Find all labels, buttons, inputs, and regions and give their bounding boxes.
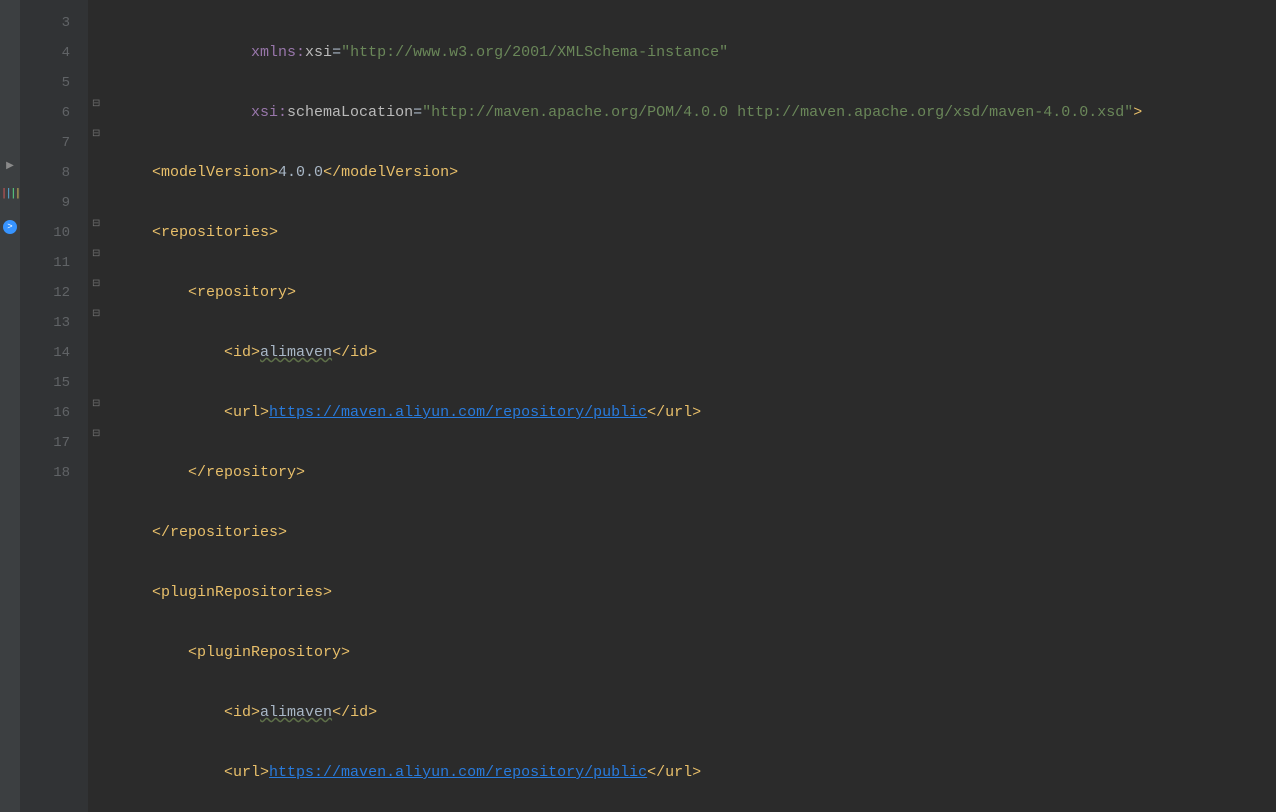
line-number: 16 xyxy=(20,398,88,428)
collapse-icon[interactable]: ▶ xyxy=(6,160,14,172)
fold-icon[interactable]: ⊟ xyxy=(92,248,100,260)
fold-column: ⊟ ⊟ ⊟ ⊟ ⊟ ⊟ ⊟ ⊟ xyxy=(88,0,110,812)
fold-icon[interactable]: ⊟ xyxy=(92,98,100,110)
terminal-badge-icon[interactable]: > xyxy=(3,220,17,234)
line-number: 5 xyxy=(20,68,88,98)
line-number: 17 xyxy=(20,428,88,458)
line-number: 15 xyxy=(20,368,88,398)
line-number: 9 xyxy=(20,188,88,218)
left-tool-strip: ▶ |||| > xyxy=(0,0,20,812)
line-number: 12 xyxy=(20,278,88,308)
fold-icon[interactable]: ⊟ xyxy=(92,128,100,140)
code-area[interactable]: xmlns:xsi="http://www.w3.org/2001/XMLSch… xyxy=(110,0,1276,812)
line-number: 13 xyxy=(20,308,88,338)
fold-icon[interactable]: ⊟ xyxy=(92,308,100,320)
line-gutter: 3 4 5 6 7 8 9 10 11 12 13 14 15 16 17 18 xyxy=(20,0,88,812)
fold-icon[interactable]: ⊟ xyxy=(92,398,100,410)
fold-icon[interactable]: ⊟ xyxy=(92,278,100,290)
line-number: 8 xyxy=(20,158,88,188)
line-number: 4 xyxy=(20,38,88,68)
line-number: 6 xyxy=(20,98,88,128)
fold-icon[interactable]: ⊟ xyxy=(92,218,100,230)
line-number: 14 xyxy=(20,338,88,368)
code-editor[interactable]: 3 4 5 6 7 8 9 10 11 12 13 14 15 16 17 18… xyxy=(20,0,1276,812)
line-number: 18 xyxy=(20,458,88,488)
fold-icon[interactable]: ⊟ xyxy=(92,428,100,440)
analytics-icon[interactable]: |||| xyxy=(1,188,19,200)
line-number: 11 xyxy=(20,248,88,278)
line-number: 3 xyxy=(20,8,88,38)
line-number: 7 xyxy=(20,128,88,158)
line-number: 10 xyxy=(20,218,88,248)
